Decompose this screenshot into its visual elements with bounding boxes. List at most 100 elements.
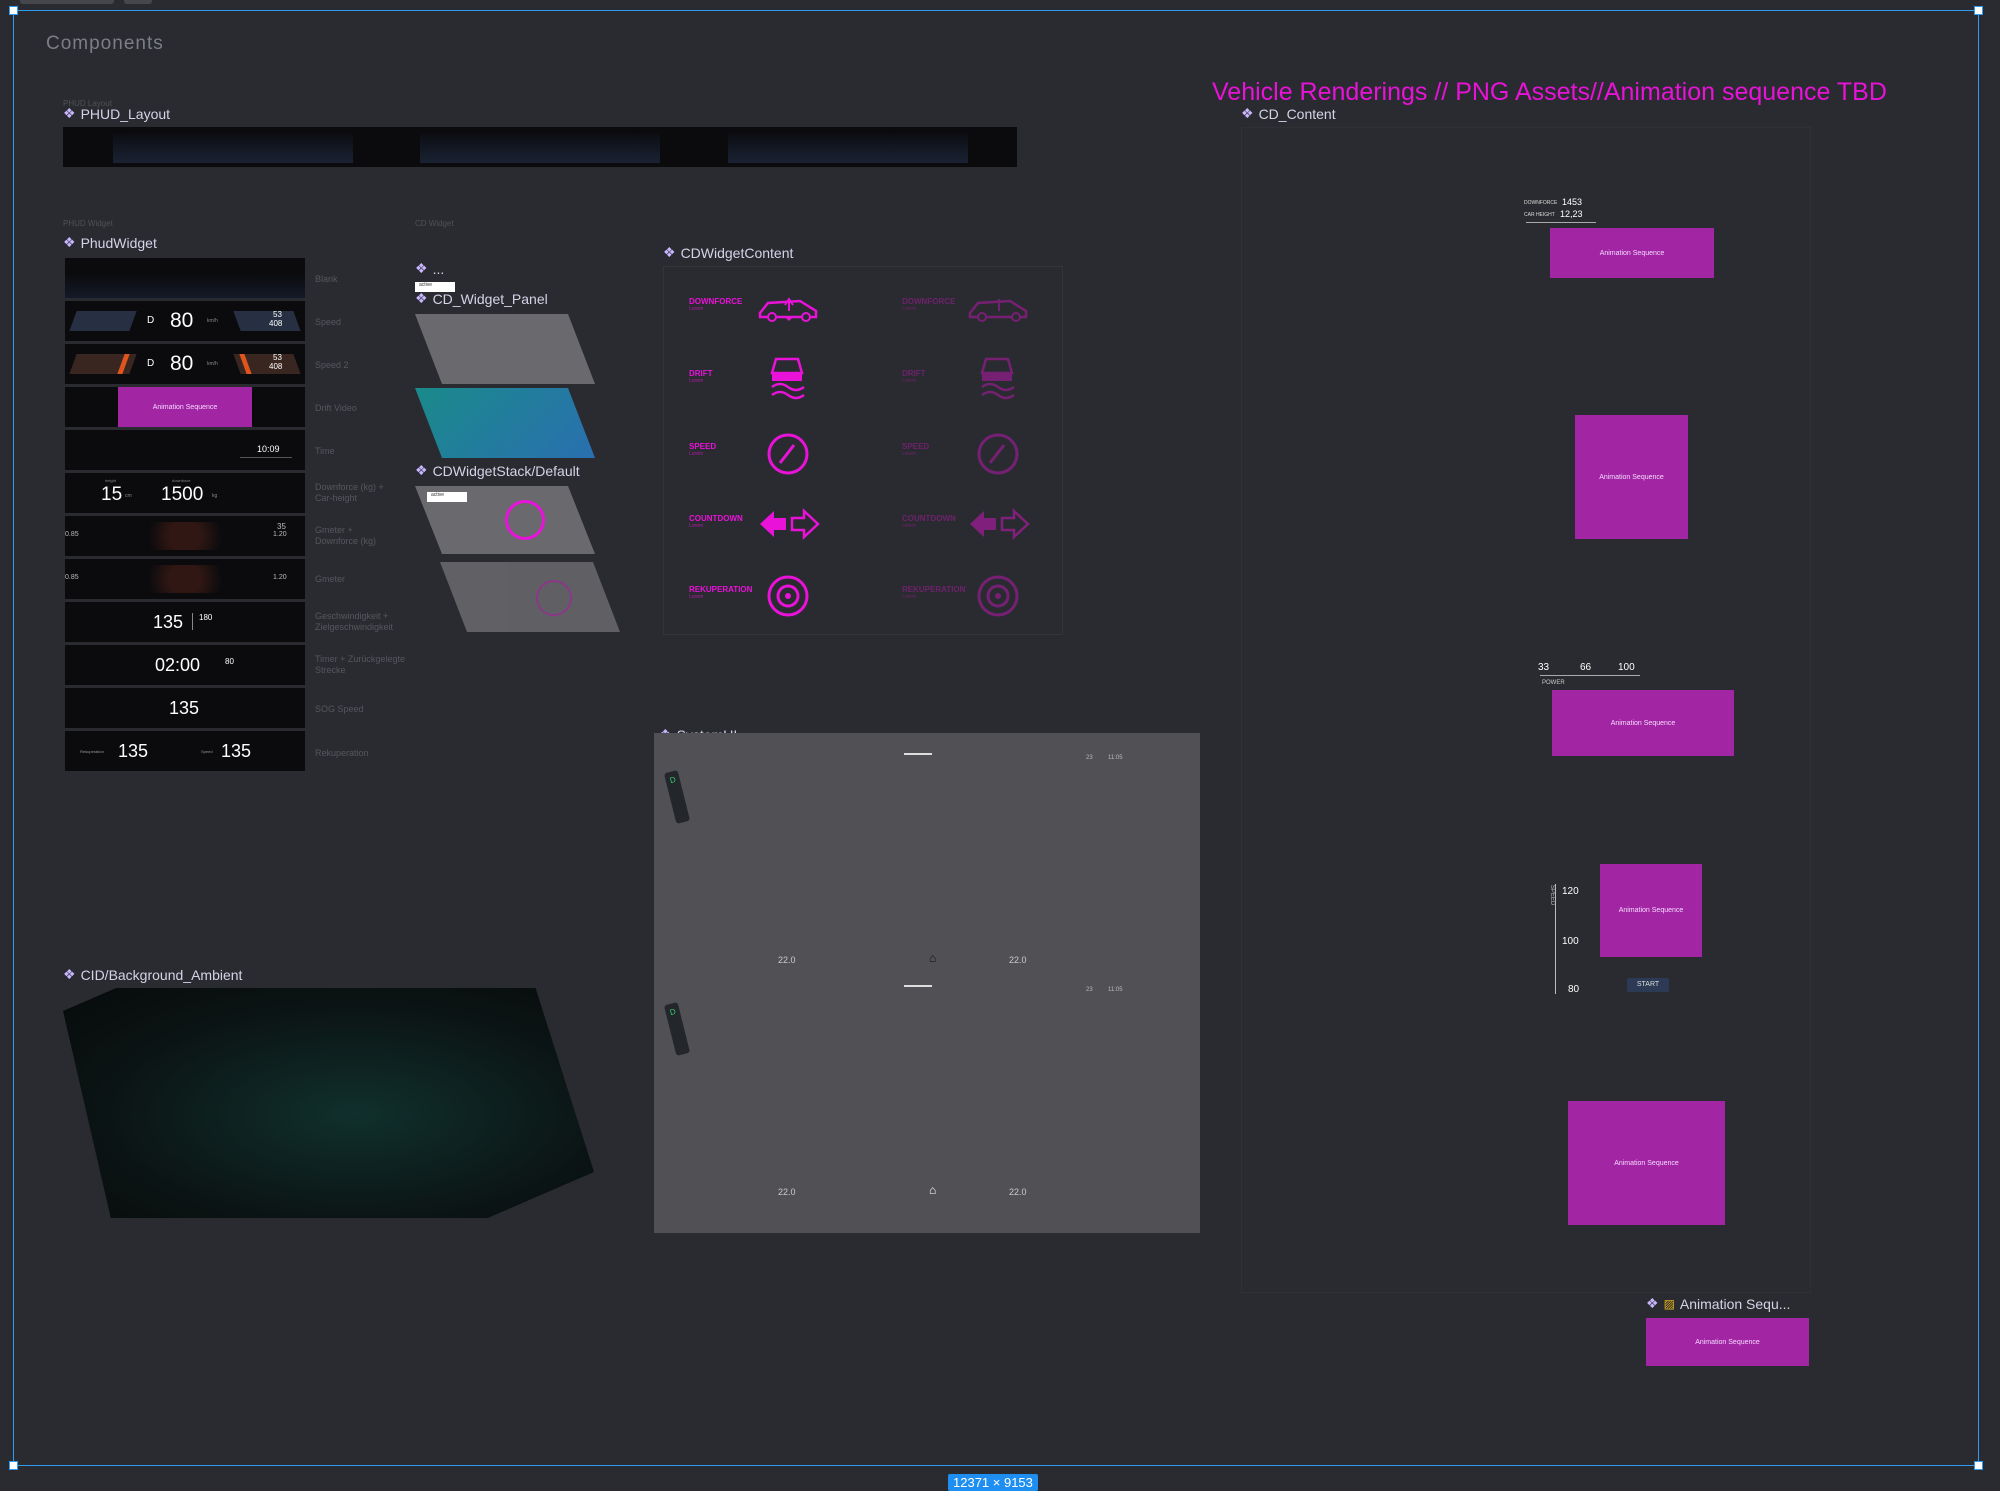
speed-value: 80	[170, 309, 194, 332]
background-ambient[interactable]	[63, 988, 594, 1218]
component-label-cd-content[interactable]: ❖ CD_Content	[1241, 105, 1336, 122]
widget-subtitle: Lorem	[689, 451, 704, 457]
phud-row-gmeter-downforce[interactable]: 0.85 35 1.20	[65, 516, 305, 556]
resize-handle[interactable]	[9, 6, 18, 15]
phud-row-gmeter[interactable]: 0.85 1.20	[65, 559, 305, 599]
resize-handle[interactable]	[1974, 6, 1983, 15]
temperature-left[interactable]: 22.0	[778, 955, 796, 965]
phud-row-drift-video[interactable]: Animation Sequence	[65, 387, 305, 427]
ghost-label: PHUD Widget	[63, 219, 113, 228]
top-tab[interactable]	[20, 0, 114, 4]
speedometer-icon	[767, 433, 809, 475]
phud-layout-segment	[420, 133, 660, 163]
ghost-label: CD Widget	[415, 219, 454, 228]
component-label-background-ambient[interactable]: ❖ CID/Background_Ambient	[63, 966, 242, 983]
animation-sequence-tile: Animation Sequence	[118, 387, 252, 427]
phud-row-sog-speed[interactable]: 135	[65, 688, 305, 728]
vehicle-render-tile[interactable]: Animation Sequence	[1575, 415, 1688, 539]
gear-selector-icon[interactable]: D	[663, 770, 691, 824]
cd-widget-item-inactive[interactable]: REKUPERATION Lorem	[902, 585, 965, 600]
widget-title: COUNTDOWN	[902, 514, 956, 523]
range-value: 408	[269, 319, 283, 328]
gmeter-dots	[125, 522, 245, 550]
animation-sequence-text: Animation Sequence	[1599, 473, 1664, 481]
cd-widget-item-inactive[interactable]: DRIFT Lorem	[902, 369, 926, 384]
phud-row-rekuperation[interactable]: Rekuperation 135 Speed 135	[65, 731, 305, 771]
height-value: 15	[101, 484, 123, 505]
component-label-phud-widget[interactable]: ❖ PhudWidget	[63, 234, 157, 251]
cd-widget-item[interactable]: SPEED Lorem	[689, 442, 716, 457]
car-downforce-icon	[968, 299, 1028, 322]
top-tab[interactable]	[124, 0, 152, 4]
power-label: POWER	[1542, 680, 1565, 686]
cd-widget-item-inactive[interactable]: DOWNFORCE Lorem	[902, 297, 955, 312]
widget-title: COUNTDOWN	[689, 514, 743, 523]
widget-subtitle: Lorem	[902, 306, 917, 312]
speed-value: 135	[169, 698, 200, 718]
phud-layout-strip[interactable]	[63, 127, 1017, 167]
phud-row-speed[interactable]: D 80 km/h 53 408	[65, 301, 305, 341]
drift-car-icon	[770, 357, 805, 400]
row-label: Speed	[315, 317, 342, 327]
component-icon: ❖	[63, 234, 76, 250]
widget-subtitle: Lorem	[902, 451, 917, 457]
temperature-left[interactable]: 22.0	[778, 1187, 796, 1197]
phud-row-blank[interactable]	[65, 258, 305, 298]
phud-row-timer[interactable]: 02:00 80	[65, 645, 305, 685]
cd-widget-item-inactive[interactable]: SPEED Lorem	[902, 442, 929, 457]
widget-subtitle: Lorem	[689, 594, 704, 600]
animation-sequence-tile[interactable]: Animation Sequence	[1646, 1318, 1809, 1366]
widget-subtitle: Lorem	[689, 306, 704, 312]
cd-widget-stack-card-ghost[interactable]	[440, 562, 620, 632]
timer-value: 02:00	[155, 655, 201, 675]
wheel-icon	[505, 500, 545, 540]
cd-widget-item[interactable]: DRIFT Lorem	[689, 369, 713, 384]
temperature-right[interactable]: 22.0	[1009, 955, 1027, 965]
component-label-animation-sequence[interactable]: ❖ ▨ Animation Sequ...	[1646, 1295, 1790, 1312]
cd-widget-item-inactive[interactable]: COUNTDOWN Lorem	[902, 514, 956, 529]
temperature-right[interactable]: 22.0	[1009, 1187, 1027, 1197]
component-label-cd-widget-stack[interactable]: ❖ CDWidgetStack/Default	[415, 462, 580, 479]
home-icon[interactable]: ⌂	[929, 951, 936, 965]
cd-widget-item[interactable]: DOWNFORCE Lorem	[689, 297, 742, 312]
cd-widget-stack-card[interactable]: active	[415, 486, 595, 554]
vehicle-render-tile[interactable]: Animation Sequence	[1550, 228, 1714, 278]
row-label: Gmeter + Downforce (kg)	[315, 525, 377, 546]
component-label-cd-widget-content[interactable]: ❖ CDWidgetContent	[663, 244, 793, 261]
cd-widget-panel-gray[interactable]	[415, 314, 595, 384]
size-badge: 12371 × 9153	[948, 1474, 1038, 1491]
wheel-icon	[767, 575, 809, 617]
vehicle-render-tile[interactable]: Animation Sequence	[1552, 690, 1734, 756]
component-label-cd-widget-panel[interactable]: ❖ CD_Widget_Panel	[415, 290, 548, 307]
clock-text: 11:05	[1108, 987, 1123, 993]
gear-selector-icon[interactable]: D	[663, 1002, 691, 1056]
vehicle-render-tile[interactable]: Animation Sequence	[1600, 864, 1702, 957]
row-label: Timer + Zurückgelegte Strecke	[315, 654, 405, 675]
component-label-cd-widget[interactable]: ❖...	[415, 260, 444, 277]
resize-handle[interactable]	[1974, 1461, 1983, 1470]
speed-bar-left	[69, 311, 137, 331]
row-label: Blank	[315, 274, 338, 284]
cd-widget-item[interactable]: COUNTDOWN Lorem	[689, 514, 743, 529]
phud-row-target-speed[interactable]: 135 180	[65, 602, 305, 642]
cd-widget-panel-gradient[interactable]	[415, 388, 595, 458]
phud-row-time[interactable]: 10:09	[65, 430, 305, 470]
phud-row-speed-2[interactable]: D 80 km/h 53 408	[65, 344, 305, 384]
resize-handle[interactable]	[9, 1461, 18, 1470]
component-label-phud-layout[interactable]: ❖ PHUD_Layout	[63, 105, 170, 122]
start-button[interactable]: START	[1627, 978, 1669, 992]
system-ui-frame[interactable]: 23 11:05 D 22.0 22.0 ⌂ 23 11:05 D 22.0 2…	[654, 733, 1200, 1233]
cd-widget-item[interactable]: REKUPERATION Lorem	[689, 585, 752, 600]
range-value: 53	[273, 310, 282, 319]
speed-value: 135	[153, 612, 184, 632]
row-label: Gmeter	[315, 574, 346, 584]
phud-row-downforce[interactable]: height 15 cm downforce 1500 kg	[65, 473, 305, 513]
home-icon[interactable]: ⌂	[929, 1183, 936, 1197]
power-value: 33	[1538, 662, 1550, 673]
cd-widget-content-frame: DOWNFORCE Lorem DRIFT Lorem SPEED Lorem …	[663, 266, 1063, 635]
vehicle-render-tile[interactable]: Animation Sequence	[1568, 1101, 1725, 1225]
wheel-icon	[536, 580, 572, 616]
widget-title: DRIFT	[689, 369, 713, 378]
wheel-icon	[977, 575, 1019, 617]
component-icon: ❖	[663, 244, 676, 260]
